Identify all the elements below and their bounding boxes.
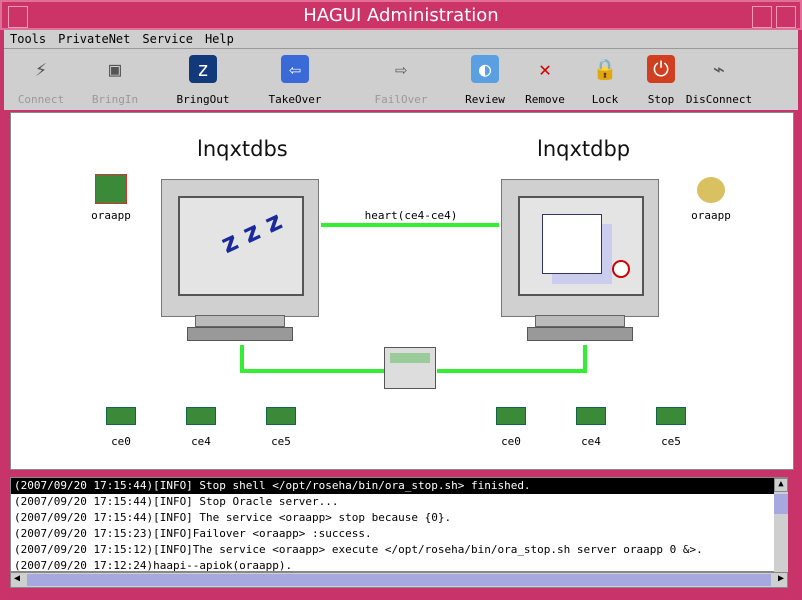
sleep-monitor-icon: z xyxy=(189,55,217,83)
nic-label: ce0 xyxy=(501,435,521,448)
log-vertical-scrollbar[interactable]: ▲ xyxy=(774,478,788,572)
toolbar-takeover-button[interactable]: ⇦ TakeOver xyxy=(260,53,330,106)
shared-disk-icon[interactable] xyxy=(384,347,436,389)
log-line[interactable]: (2007/09/20 17:15:12)[INFO]The service <… xyxy=(11,542,787,558)
window-menu-button[interactable] xyxy=(8,6,28,28)
menu-tools[interactable]: Tools xyxy=(10,32,46,46)
sleep-zzz-icon: z z z xyxy=(216,205,287,261)
nic-icon[interactable] xyxy=(106,407,136,425)
nic-icon[interactable] xyxy=(656,407,686,425)
gear-service-icon[interactable] xyxy=(697,177,725,203)
toolbar-label: DisConnect xyxy=(685,93,753,106)
nic-label: ce5 xyxy=(271,435,291,448)
app-windows-icon xyxy=(542,214,602,274)
nic-icon[interactable] xyxy=(266,407,296,425)
lightning-icon: ⚡ xyxy=(34,57,48,81)
toolbar-label: TakeOver xyxy=(268,93,322,106)
menu-service[interactable]: Service xyxy=(142,32,193,46)
toolbar-disconnect-button[interactable]: ⌁ DisConnect xyxy=(684,53,754,106)
x-icon: ✕ xyxy=(538,57,552,81)
maximize-button[interactable] xyxy=(776,6,796,28)
nic-icon[interactable] xyxy=(496,407,526,425)
gear-arrow-left-icon: ⇦ xyxy=(281,55,309,83)
toolbar-connect-button[interactable]: ⚡ Connect xyxy=(6,53,76,106)
service-icon-stopped[interactable] xyxy=(95,174,127,204)
nic-icon[interactable] xyxy=(576,407,606,425)
title-bar: HAGUI Administration xyxy=(0,0,802,30)
toolbar: ⚡ Connect ▣ BringIn z BringOut ⇦ TakeOver ⇨ FailO… xyxy=(4,48,798,110)
host-monitor-lnqxtdbs[interactable]: z z z xyxy=(161,179,319,317)
heartbeat-label: heart(ce4-ce4) xyxy=(364,209,458,222)
log-line[interactable]: (2007/09/20 17:15:44)[INFO] The service … xyxy=(11,510,787,526)
log-line[interactable]: (2007/09/20 17:15:44)[INFO] Stop Oracle … xyxy=(11,494,787,510)
nic-label: ce4 xyxy=(191,435,211,448)
storage-link xyxy=(437,369,587,373)
log-line[interactable]: (2007/09/20 17:15:23)[INFO]Failover <ora… xyxy=(11,526,787,542)
nic-label: ce4 xyxy=(581,435,601,448)
host-name: lnqxtdbp xyxy=(537,137,631,161)
cluster-canvas: lnqxtdbs lnqxtdbp oraapp oraapp z z z he… xyxy=(10,112,794,470)
menu-help[interactable]: Help xyxy=(205,32,234,46)
log-horizontal-scrollbar[interactable]: ◀ ▶ xyxy=(10,572,788,588)
toolbar-label: BringIn xyxy=(91,93,139,106)
toolbar-label: FailOver xyxy=(374,93,428,106)
globe-icon: ◐ xyxy=(471,55,499,83)
toolbar-failover-button[interactable]: ⇨ FailOver xyxy=(366,53,436,106)
menu-privatenet[interactable]: PrivateNet xyxy=(58,32,130,46)
storage-link xyxy=(240,369,384,373)
toolbar-bringout-button[interactable]: z BringOut xyxy=(168,53,238,106)
nic-icon[interactable] xyxy=(186,407,216,425)
host-monitor-lnqxtdbp[interactable] xyxy=(501,179,659,317)
toolbar-label: BringOut xyxy=(176,93,230,106)
gear-arrow-right-icon: ⇨ xyxy=(394,57,408,81)
service-label: oraapp xyxy=(691,209,731,222)
toolbar-label: Connect xyxy=(17,93,65,106)
power-icon: ⏻ xyxy=(647,55,675,83)
heartbeat-link xyxy=(321,223,499,227)
host-name: lnqxtdbs xyxy=(197,137,288,161)
window-title: HAGUI Administration xyxy=(303,5,499,26)
nic-label: ce5 xyxy=(661,435,681,448)
unplug-icon: ⌁ xyxy=(712,57,726,81)
log-line[interactable]: (2007/09/20 17:15:44)[INFO] Stop shell <… xyxy=(11,478,787,494)
menu-bar: Tools PrivateNet Service Help xyxy=(4,30,798,48)
service-label: oraapp xyxy=(91,209,131,222)
log-panel: (2007/09/20 17:15:44)[INFO] Stop shell <… xyxy=(10,477,788,572)
stopwatch-icon xyxy=(612,260,630,278)
monitor-icon: ▣ xyxy=(108,57,122,81)
nic-label: ce0 xyxy=(111,435,131,448)
toolbar-bringin-button[interactable]: ▣ BringIn xyxy=(80,53,150,106)
padlock-icon: 🔒 xyxy=(592,57,618,81)
minimize-button[interactable] xyxy=(752,6,772,28)
